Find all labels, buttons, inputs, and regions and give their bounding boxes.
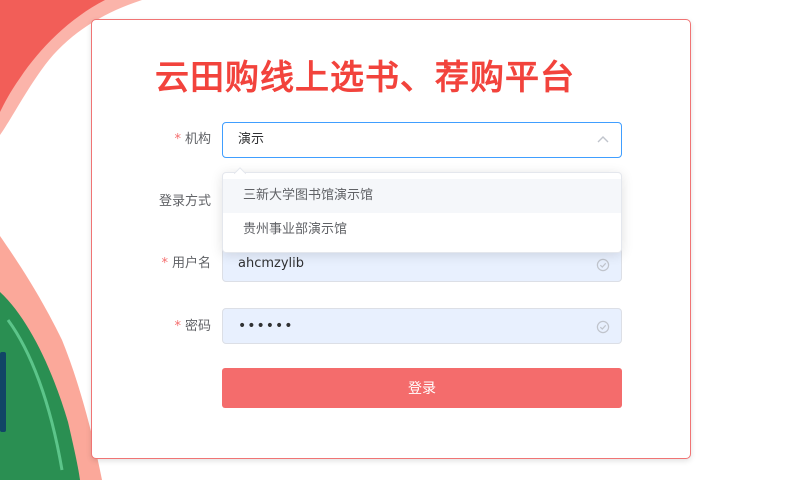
org-select-value: 演示 [238, 132, 265, 147]
org-label: * 机构 [111, 130, 211, 150]
username-label-text: 用户名 [171, 256, 211, 271]
password-input[interactable]: •••••• [222, 308, 622, 344]
chevron-up-icon[interactable] [597, 134, 609, 146]
password-label: * 密码 [111, 317, 211, 337]
check-circle-icon [596, 258, 610, 272]
left-dark-tab [0, 352, 6, 432]
org-select[interactable]: 演示 [222, 122, 622, 158]
required-mark: * [174, 132, 181, 147]
username-label: * 用户名 [111, 254, 211, 274]
page-title: 云田购线上选书、荐购平台 [155, 58, 575, 98]
check-circle-icon [596, 320, 610, 334]
login-mode-label: 登录方式 [158, 194, 211, 209]
org-dropdown: 三新大学图书馆演示馆 贵州事业部演示馆 [222, 172, 622, 253]
required-mark: * [174, 319, 181, 334]
dropdown-option[interactable]: 贵州事业部演示馆 [223, 213, 621, 247]
password-label-text: 密码 [184, 319, 211, 334]
org-label-text: 机构 [184, 132, 211, 147]
required-mark: * [161, 256, 168, 271]
dropdown-caret [234, 167, 246, 174]
dropdown-option[interactable]: 三新大学图书馆演示馆 [223, 179, 621, 213]
login-button[interactable]: 登录 [222, 368, 622, 408]
password-value: •••••• [238, 318, 294, 334]
